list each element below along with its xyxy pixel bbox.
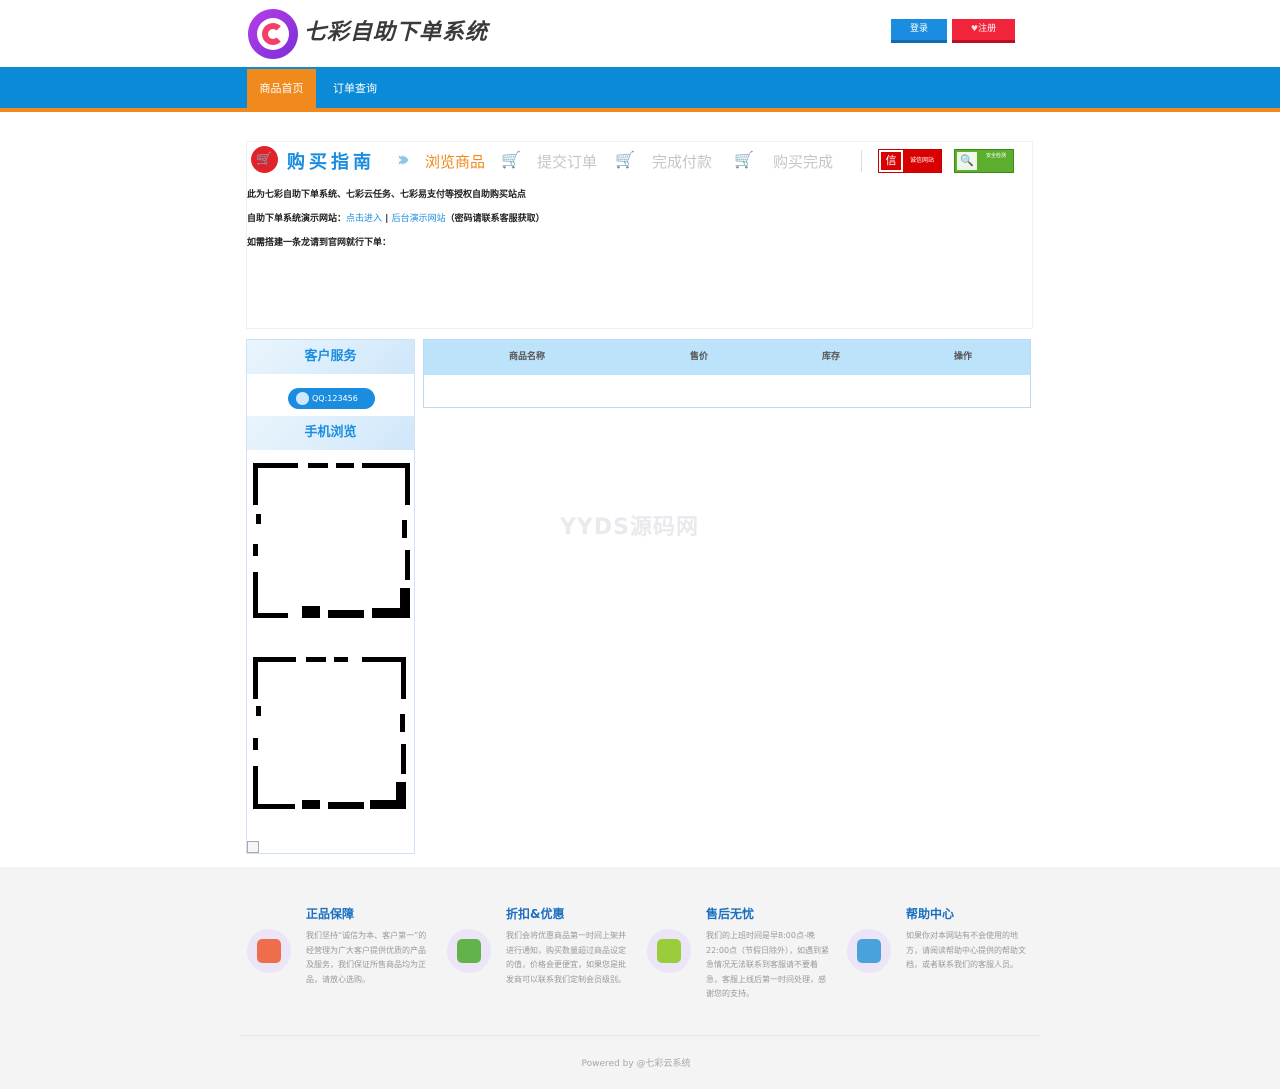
- nav-divider: [0, 108, 1280, 112]
- shield-badge-icon: [247, 929, 291, 973]
- feature-text: 我们的上班时间是早8:00点-晚22:00点（节假日除外），如遇到紧急情况无法联…: [706, 931, 830, 998]
- step-browse: 浏览商品: [425, 153, 486, 171]
- purchase-guide-panel: 🛒 购买指南 ››› 浏览商品 🛒 提交订单 🛒 完成付款 🛒 购买完成 信 诚…: [246, 141, 1033, 329]
- copyright: Powered by @七彩云系统: [581, 1059, 691, 1069]
- site-footer: 正品保障 我们坚持“诚信为本、客户第一”的经营理为广大客户提供优质的产品及服务，…: [0, 867, 1280, 1089]
- guide-steps: 🛒 购买指南 ››› 浏览商品 🛒 提交订单 🛒 完成付款 🛒 购买完成 信 诚…: [251, 146, 1021, 176]
- credit-icon: 信: [881, 152, 901, 170]
- step-submit: 提交订单: [537, 153, 598, 171]
- footer-divider: [240, 1035, 1040, 1036]
- cart-icon: 🛒: [251, 146, 278, 173]
- feature-title: 售后无忧: [706, 907, 755, 921]
- column-header-action[interactable]: 操作: [954, 340, 972, 375]
- credit-site-badge[interactable]: 信 诚信网站: [878, 149, 942, 173]
- guide-line-1: 此为七彩自助下单系统、七彩云任务、七彩易支付等授权自助购买站点: [247, 190, 527, 200]
- cart-icon: 🛒: [615, 150, 635, 169]
- qq-icon: [296, 392, 309, 405]
- cart-icon: 🛒: [734, 150, 754, 169]
- nav-item-home[interactable]: 商品首页: [247, 69, 316, 108]
- qq-label: QQ:123456: [312, 394, 358, 403]
- heart-icon: ♥: [970, 24, 979, 33]
- feature-after-sales: 售后无忧 我们的上班时间是早8:00点-晚22:00点（节假日除外），如遇到紧急…: [647, 867, 847, 1017]
- logo-icon[interactable]: [248, 9, 298, 59]
- support-agent-icon: [647, 929, 691, 973]
- watermark: YYDS源码网: [560, 515, 699, 540]
- demo-site-link[interactable]: 点击进入: [346, 214, 382, 224]
- feature-authentic: 正品保障 我们坚持“诚信为本、客户第一”的经营理为广大客户提供优质的产品及服务，…: [247, 867, 447, 1017]
- feature-text: 我们坚持“诚信为本、客户第一”的经营理为广大客户提供优质的产品及服务，我们保证所…: [306, 931, 427, 984]
- broken-image-icon: [247, 841, 259, 853]
- demo-label: 自助下单系统演示网站：: [247, 214, 347, 224]
- column-header-name[interactable]: 商品名称: [509, 340, 545, 375]
- feature-help: 帮助中心 如果你对本网站有不会使用的地方，请阅读帮助中心提供的帮助文档，或者联系…: [847, 867, 1047, 1017]
- feature-title: 正品保障: [306, 907, 355, 921]
- guide-line-2: 自助下单系统演示网站：点击进入 | 后台演示网站（密码请联系客服获取）: [247, 211, 545, 224]
- feature-title: 折扣&优惠: [506, 907, 565, 921]
- security-check-badge[interactable]: 🔍 安全检测: [954, 149, 1014, 173]
- step-pay: 完成付款: [652, 153, 713, 171]
- sidebar: 客户服务 QQ:123456 手机浏览: [246, 339, 415, 854]
- password-note: （密码请联系客服获取）: [445, 214, 545, 224]
- mobile-header: 手机浏览: [247, 416, 414, 450]
- qr-code-image: [252, 460, 410, 618]
- table-header: 商品名称 售价 库存 操作: [424, 340, 1030, 375]
- feature-text: 我们会将优惠商品第一时间上架并进行通知，购买数量超过商品设定的值，价格会更便宜，…: [506, 931, 626, 984]
- feature-title: 帮助中心: [906, 907, 955, 921]
- column-header-stock[interactable]: 库存: [822, 340, 840, 375]
- divider: [861, 150, 862, 172]
- link-separator: |: [385, 214, 389, 224]
- step-done: 购买完成: [773, 153, 834, 171]
- chat-bubble-icon: [847, 929, 891, 973]
- guide-line-3: 如需搭建一条龙请到官网就行下单：: [247, 238, 392, 248]
- chevrons-icon: ›››: [397, 147, 410, 171]
- credit-label: 诚信网站: [903, 150, 941, 172]
- column-header-price[interactable]: 售价: [690, 340, 708, 375]
- cart-icon: 🛒: [501, 150, 521, 169]
- gift-icon: [447, 929, 491, 973]
- qr-code-image: [252, 654, 409, 811]
- product-table: 商品名称 售价 库存 操作: [423, 339, 1031, 408]
- magnifier-icon: 🔍: [957, 152, 977, 170]
- guide-title: 购买指南: [287, 152, 375, 173]
- site-title[interactable]: 七彩自助下单系统: [304, 14, 488, 46]
- site-header: [0, 0, 1280, 67]
- admin-demo-link[interactable]: 后台演示网站: [392, 214, 446, 224]
- main-nav: [0, 67, 1280, 108]
- security-label: 安全检测: [985, 153, 1006, 159]
- register-label: 注册: [978, 24, 997, 34]
- feature-text: 如果你对本网站有不会使用的地方，请阅读帮助中心提供的帮助文档，或者联系我们的客服…: [906, 931, 1026, 969]
- register-button[interactable]: ♥注册: [952, 19, 1015, 43]
- feature-discount: 折扣&优惠 我们会将优惠商品第一时间上架并进行通知，购买数量超过商品设定的值，价…: [447, 867, 647, 1017]
- login-button[interactable]: 登录: [891, 19, 947, 43]
- service-header: 客户服务: [247, 340, 414, 374]
- nav-item-order-query[interactable]: 订单查询: [322, 69, 388, 108]
- qq-contact-button[interactable]: QQ:123456: [288, 388, 375, 409]
